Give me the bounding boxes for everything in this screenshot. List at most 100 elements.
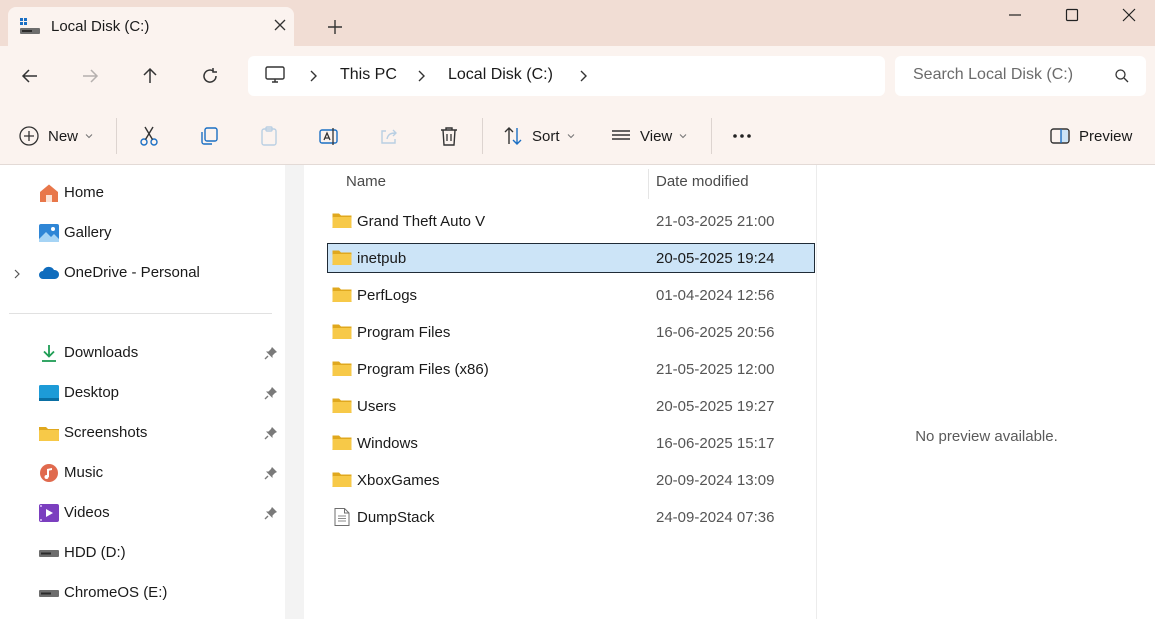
tab-title: Local Disk (C:) bbox=[51, 18, 150, 35]
new-button[interactable]: New bbox=[18, 123, 94, 149]
up-button[interactable] bbox=[136, 62, 164, 90]
table-row[interactable]: XboxGames 20-09-2024 13:09 bbox=[327, 465, 815, 495]
sidebar-item-home[interactable]: Home bbox=[0, 178, 285, 208]
copy-button[interactable] bbox=[198, 123, 220, 149]
close-tab-icon[interactable] bbox=[270, 15, 290, 35]
sidebar-divider bbox=[9, 313, 272, 314]
breadcrumb-this-pc[interactable]: This PC bbox=[340, 66, 397, 84]
search-box[interactable] bbox=[895, 56, 1146, 96]
paste-button[interactable] bbox=[258, 123, 280, 149]
scissors-icon bbox=[140, 126, 158, 146]
cut-button[interactable] bbox=[138, 123, 160, 149]
view-button[interactable]: View bbox=[610, 123, 688, 149]
sidebar-item-music[interactable]: Music bbox=[0, 458, 285, 488]
desktop-icon bbox=[38, 383, 60, 403]
pin-icon[interactable] bbox=[264, 426, 278, 444]
clipboard-icon bbox=[261, 126, 277, 146]
chevron-down-icon bbox=[567, 134, 574, 139]
sort-button[interactable]: Sort bbox=[502, 123, 576, 149]
rename-icon bbox=[319, 128, 338, 145]
file-name: Users bbox=[357, 398, 397, 415]
table-row[interactable]: Program Files (x86) 21-05-2025 12:00 bbox=[327, 354, 815, 384]
file-date: 24-09-2024 07:36 bbox=[656, 509, 775, 526]
sidebar-item-hdd[interactable]: HDD (D:) bbox=[0, 538, 285, 568]
chevron-right-icon[interactable] bbox=[12, 267, 22, 284]
column-divider[interactable] bbox=[648, 169, 649, 199]
file-name: XboxGames bbox=[357, 472, 440, 489]
view-list-icon bbox=[612, 130, 630, 140]
view-label: View bbox=[640, 127, 673, 145]
table-row[interactable]: Users 20-05-2025 19:27 bbox=[327, 391, 815, 421]
home-icon bbox=[38, 183, 60, 203]
column-header-name[interactable]: Name bbox=[346, 173, 386, 190]
refresh-button[interactable] bbox=[196, 62, 224, 90]
minimize-button[interactable] bbox=[986, 0, 1044, 30]
onedrive-icon bbox=[38, 263, 60, 283]
sidebar-item-desktop[interactable]: Desktop bbox=[0, 378, 285, 408]
delete-button[interactable] bbox=[438, 123, 460, 149]
file-date: 21-03-2025 21:00 bbox=[656, 213, 775, 230]
table-row[interactable]: Windows 16-06-2025 15:17 bbox=[327, 428, 815, 458]
sidebar-item-downloads[interactable]: Downloads bbox=[0, 338, 285, 368]
preview-toggle-button[interactable]: Preview bbox=[1049, 123, 1132, 149]
download-icon bbox=[38, 343, 60, 363]
sidebar-item-screenshots[interactable]: Screenshots bbox=[0, 418, 285, 448]
more-options-button[interactable] bbox=[731, 123, 753, 149]
file-name: inetpub bbox=[357, 250, 407, 267]
sidebar-item-gallery[interactable]: Gallery bbox=[0, 218, 285, 248]
maximize-button[interactable] bbox=[1043, 0, 1101, 30]
column-header-date-modified[interactable]: Date modified bbox=[656, 173, 749, 190]
rename-button[interactable] bbox=[318, 123, 340, 149]
table-row[interactable]: DumpStack 24-09-2024 07:36 bbox=[327, 502, 815, 532]
copy-icon bbox=[201, 127, 218, 145]
table-row-selected[interactable]: inetpub 20-05-2025 19:24 bbox=[327, 243, 815, 273]
pin-icon[interactable] bbox=[264, 466, 278, 484]
trash-icon bbox=[441, 127, 457, 146]
file-date: 21-05-2025 12:00 bbox=[656, 361, 775, 378]
plus-circle-icon bbox=[19, 126, 39, 146]
pin-icon[interactable] bbox=[264, 386, 278, 404]
forward-button[interactable] bbox=[76, 62, 104, 90]
file-name: Program Files (x86) bbox=[357, 361, 489, 378]
breadcrumb-local-disk[interactable]: Local Disk (C:) bbox=[448, 66, 553, 84]
pin-icon[interactable] bbox=[264, 506, 278, 524]
share-button[interactable] bbox=[378, 123, 400, 149]
sidebar-item-onedrive[interactable]: OneDrive - Personal bbox=[0, 258, 285, 288]
table-row[interactable]: Program Files 16-06-2025 20:56 bbox=[327, 317, 815, 347]
sidebar-item-videos[interactable]: Videos bbox=[0, 498, 285, 528]
more-icon bbox=[733, 134, 751, 138]
this-pc-icon[interactable] bbox=[264, 65, 286, 90]
folder-icon bbox=[332, 397, 352, 418]
preview-pane: No preview available. bbox=[816, 165, 1155, 619]
table-row[interactable]: PerfLogs 01-04-2024 12:56 bbox=[327, 280, 815, 310]
sidebar-item-label: HDD (D:) bbox=[64, 544, 126, 561]
tab-local-disk[interactable]: Local Disk (C:) bbox=[8, 7, 294, 46]
drive-icon bbox=[38, 543, 60, 563]
videos-icon bbox=[38, 503, 60, 523]
table-row[interactable]: Grand Theft Auto V 21-03-2025 21:00 bbox=[327, 206, 815, 236]
file-date: 20-09-2024 13:09 bbox=[656, 472, 775, 489]
new-label: New bbox=[48, 127, 79, 145]
drive-icon bbox=[38, 583, 60, 603]
breadcrumb[interactable]: This PC Local Disk (C:) bbox=[248, 56, 885, 96]
file-date: 16-06-2025 20:56 bbox=[656, 324, 775, 341]
chevron-right-icon[interactable] bbox=[308, 69, 320, 88]
chevron-right-icon[interactable] bbox=[416, 69, 428, 88]
title-bar: Local Disk (C:) bbox=[0, 0, 1155, 46]
search-icon[interactable] bbox=[1114, 68, 1130, 89]
pane-divider[interactable] bbox=[285, 165, 304, 619]
back-button[interactable] bbox=[16, 62, 44, 90]
close-window-button[interactable] bbox=[1100, 0, 1155, 30]
file-date: 01-04-2024 12:56 bbox=[656, 287, 775, 304]
file-date: 20-05-2025 19:27 bbox=[656, 398, 775, 415]
sidebar-item-chromeos[interactable]: ChromeOS (E:) bbox=[0, 578, 285, 608]
share-icon bbox=[381, 129, 397, 144]
preview-message: No preview available. bbox=[915, 428, 1058, 445]
pin-icon[interactable] bbox=[264, 346, 278, 364]
drive-icon bbox=[19, 17, 41, 35]
chevron-right-icon[interactable] bbox=[578, 69, 590, 88]
search-input[interactable] bbox=[913, 66, 1103, 84]
folder-icon bbox=[332, 434, 352, 455]
new-tab-icon[interactable] bbox=[324, 16, 346, 38]
folder-icon bbox=[332, 212, 352, 233]
